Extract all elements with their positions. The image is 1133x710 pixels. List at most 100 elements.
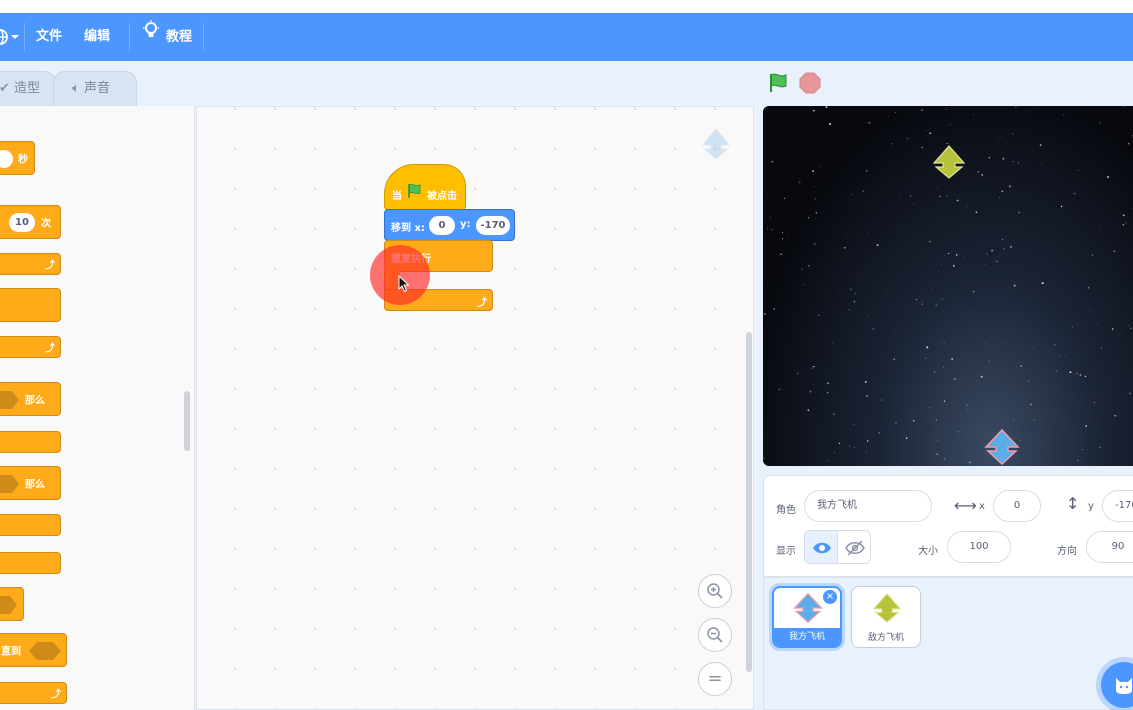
star [975,211,978,214]
repeat-count-input[interactable]: 10 [9,213,35,232]
sprite-thumb-player[interactable]: × 我方飞机 [772,586,842,648]
star [945,109,947,110]
star [838,442,841,445]
star [1067,254,1069,255]
star [1123,377,1125,379]
tab-costumes[interactable]: ✔ 造型 [0,71,56,106]
condition-slot[interactable] [0,596,17,614]
star [865,395,868,397]
repeat-block-bottom: ⤴ [0,253,61,275]
star [952,264,955,267]
star [1030,111,1031,112]
enemy-plane-sprite[interactable] [931,144,967,184]
star [955,254,958,256]
sprite-thumb-enemy[interactable]: 敌方飞机 [851,586,921,648]
star [966,205,968,207]
x-input[interactable]: 0 [429,216,455,235]
y-position-input[interactable]: -170 [1102,490,1133,522]
sprite-name-input[interactable]: 我方飞机 [804,490,932,522]
script-workspace[interactable]: 当 被点击 移到 x: 0 y: -170 重复执行 ⤴ [196,106,754,710]
star [977,171,980,173]
star [1013,284,1016,287]
player-plane-sprite[interactable] [983,428,1021,466]
condition-slot[interactable] [0,391,19,409]
when-flag-clicked-block[interactable]: 当 被点击 [384,164,466,210]
star [943,400,946,402]
star [868,121,871,124]
star [970,224,972,226]
forever-block-bottom: ⤴ [0,336,61,358]
forever-block[interactable] [0,288,61,322]
workspace-scrollbar[interactable] [746,332,752,672]
repeat-block[interactable]: 10 次 [0,205,61,239]
star [936,439,939,441]
show-visible-button[interactable] [804,530,838,564]
star [926,346,929,349]
star [891,142,893,145]
menu-file[interactable]: 文件 [36,13,62,61]
condition-slot[interactable] [29,642,61,660]
wait-seconds-block[interactable]: 秒 [0,141,35,175]
zoom-in-button[interactable] [698,574,732,608]
repeat-until-block[interactable]: 直到 [0,633,67,667]
star [1099,446,1101,448]
language-globe-icon[interactable] [0,13,22,61]
star [996,260,998,262]
zoom-reset-button[interactable]: = [698,662,732,696]
size-input[interactable]: 100 [947,531,1011,563]
star [813,365,815,368]
star [1073,192,1076,195]
brush-icon: ✔ [0,81,10,96]
star [821,321,823,322]
window-top-strip [0,0,1133,13]
star [1100,229,1101,231]
green-flag-icon [770,73,787,92]
x-label: x [979,501,985,512]
direction-input[interactable]: 90 [1086,531,1133,563]
star [899,195,901,197]
if-then-label: 那么 [25,395,45,407]
star [915,299,917,301]
star [934,371,935,373]
star [1129,392,1132,395]
stop-button[interactable] [799,72,821,98]
wait-input[interactable] [0,150,13,168]
palette-scrollbar[interactable] [184,391,190,451]
go-to-xy-block[interactable]: 移到 x: 0 y: -170 [384,209,515,241]
star [1002,238,1004,240]
star [894,112,896,114]
star [793,157,795,159]
wait-until-block[interactable] [0,587,24,621]
condition-slot[interactable] [0,475,19,493]
menu-tutorials[interactable]: 教程 [142,13,192,61]
star [782,238,784,240]
tab-sounds[interactable]: 🔈︎ 声音 [53,71,137,106]
star [910,195,911,197]
star [832,342,834,344]
menu-divider [24,23,25,51]
stop-icon [799,72,821,94]
star [773,308,775,310]
if-then-block[interactable]: 那么 [0,382,61,416]
delete-sprite-icon[interactable]: × [823,590,837,604]
star [1034,335,1036,337]
star [1081,448,1083,450]
y-input[interactable]: -170 [476,216,510,235]
star [969,461,971,464]
hat-suffix-label: 被点击 [427,191,457,202]
show-hidden-button[interactable] [837,530,871,564]
star [1002,157,1005,160]
star [916,185,918,187]
green-flag-button[interactable] [767,72,789,98]
star [998,197,1001,199]
repeat-unit-label: 次 [41,218,51,230]
if-else-block[interactable]: 那么 [0,466,61,500]
stage-canvas[interactable] [763,106,1133,466]
eye-icon [813,542,831,554]
choose-sprite-button[interactable] [1101,662,1133,708]
star [948,253,950,255]
x-position-input[interactable]: 0 [993,490,1041,522]
zoom-out-button[interactable] [698,618,732,652]
menu-edit[interactable]: 编辑 [84,13,110,61]
star [862,190,865,192]
